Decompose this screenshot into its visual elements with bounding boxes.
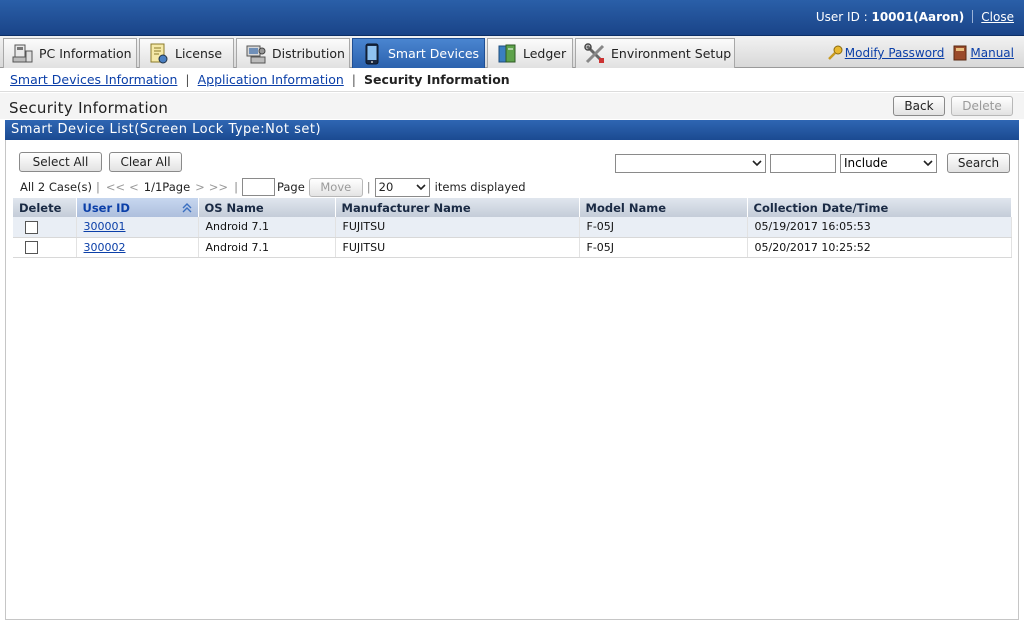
- collection-date-cell: 05/20/2017 10:25:52: [747, 237, 1012, 258]
- manual-link[interactable]: Manual: [970, 46, 1014, 60]
- last-page-link[interactable]: >>: [209, 180, 228, 194]
- license-icon: [150, 43, 168, 63]
- tools-icon: [584, 42, 605, 63]
- smartphone-icon: [365, 43, 379, 64]
- page-info: 1/1Page: [143, 180, 191, 194]
- tab-label: Ledger: [523, 46, 567, 61]
- page-title: Security Information: [9, 99, 169, 117]
- chevron-down-icon: [923, 160, 933, 167]
- tab-right-links: Modify Password Manual: [827, 45, 1014, 61]
- section-header: Smart Device List(Screen Lock Type:Not s…: [5, 120, 1019, 140]
- select-all-button[interactable]: Select All: [19, 152, 102, 172]
- model-cell: F-05J: [579, 237, 748, 258]
- manufacturer-cell: FUJITSU: [335, 217, 580, 238]
- chevron-down-icon: [416, 183, 426, 190]
- subnav-application-information[interactable]: Application Information: [198, 72, 344, 87]
- top-header-bar: User ID : 10001(Aaron) Close: [0, 0, 1024, 36]
- chevron-down-icon: [752, 160, 762, 167]
- items-per-page-select[interactable]: 20: [374, 177, 430, 197]
- back-button[interactable]: Back: [893, 96, 945, 116]
- tab-label: Smart Devices: [388, 46, 480, 61]
- column-header-user-id[interactable]: User ID: [76, 198, 199, 217]
- first-page-link[interactable]: <<: [106, 180, 125, 194]
- page-number-input[interactable]: [241, 178, 275, 196]
- user-id-link[interactable]: 300001: [84, 220, 126, 233]
- search-button[interactable]: Search: [947, 153, 1010, 173]
- match-mode-value: Include: [844, 156, 888, 170]
- sort-ascending-icon: [182, 203, 191, 213]
- column-header-manufacturer-name[interactable]: Manufacturer Name: [335, 198, 580, 217]
- collection-date-cell: 05/19/2017 16:05:53: [747, 217, 1012, 238]
- items-displayed-label: items displayed: [434, 180, 526, 194]
- tab-label: Environment Setup: [611, 46, 732, 61]
- os-name-cell: Android 7.1: [198, 217, 336, 238]
- key-icon: [827, 45, 843, 60]
- main-tab-bar: PC Information License Distribution Smar…: [0, 36, 1024, 68]
- clear-all-button[interactable]: Clear All: [109, 152, 182, 172]
- table-row: 300001 Android 7.1 FUJITSU F-05J 05/19/2…: [13, 217, 1012, 238]
- move-button[interactable]: Move: [308, 177, 363, 197]
- subnav-separator: |: [185, 72, 190, 87]
- title-row: Security Information Back Delete: [0, 93, 1024, 119]
- prev-page-link[interactable]: <: [129, 180, 139, 194]
- header-separator: [972, 10, 974, 23]
- pager-separator: |: [366, 180, 371, 194]
- pager-separator: |: [96, 180, 100, 194]
- pc-icon: [12, 44, 33, 62]
- sub-navigation: Smart Devices Information | Application …: [0, 68, 1024, 92]
- device-table: Delete User ID OS Name Manufacturer Name…: [13, 198, 1012, 258]
- page-label: Page: [276, 180, 305, 194]
- tab-distribution[interactable]: Distribution: [236, 38, 350, 68]
- subnav-smart-devices-information[interactable]: Smart Devices Information: [10, 72, 177, 87]
- next-page-link[interactable]: >: [195, 180, 205, 194]
- delete-button[interactable]: Delete: [951, 96, 1013, 116]
- subnav-separator: |: [351, 72, 357, 87]
- tab-pc-information[interactable]: PC Information: [3, 38, 137, 68]
- manufacturer-cell: FUJITSU: [335, 237, 580, 258]
- ledger-icon: [498, 44, 516, 62]
- delete-checkbox[interactable]: [25, 240, 38, 254]
- device-list-panel: Select All Clear All Include Search All …: [5, 140, 1019, 620]
- user-id-link[interactable]: 300002: [84, 241, 126, 254]
- column-header-os-name[interactable]: OS Name: [198, 198, 336, 217]
- column-header-model-name[interactable]: Model Name: [579, 198, 748, 217]
- tab-ledger[interactable]: Ledger: [487, 38, 573, 68]
- match-mode-select[interactable]: Include: [840, 154, 937, 173]
- tab-environment-setup[interactable]: Environment Setup: [575, 38, 735, 68]
- table-header-row: Delete User ID OS Name Manufacturer Name…: [13, 198, 1012, 217]
- delete-checkbox[interactable]: [25, 220, 38, 234]
- user-id-label: User ID :: [815, 10, 872, 24]
- tab-label: PC Information: [39, 46, 132, 61]
- user-id-value: 10001(Aaron): [871, 10, 965, 24]
- user-info: User ID : 10001(Aaron) Close: [816, 10, 1014, 24]
- subnav-security-information: Security Information: [364, 72, 510, 87]
- filter-field-select[interactable]: [615, 154, 766, 173]
- tab-label: License: [175, 46, 223, 61]
- tab-label: Distribution: [272, 46, 345, 61]
- column-header-collection-date[interactable]: Collection Date/Time: [747, 198, 1012, 217]
- table-row: 300002 Android 7.1 FUJITSU F-05J 05/20/2…: [13, 237, 1012, 258]
- modify-password-link[interactable]: Modify Password: [845, 46, 945, 60]
- filter-text-input[interactable]: [770, 154, 836, 173]
- distribution-icon: [246, 45, 266, 63]
- close-link[interactable]: Close: [981, 10, 1014, 24]
- pager-separator: |: [234, 180, 238, 194]
- pager: All 2 Case(s) | << < 1/1Page > >> | Page…: [20, 177, 526, 197]
- model-cell: F-05J: [579, 217, 748, 238]
- tab-smart-devices[interactable]: Smart Devices: [352, 38, 485, 68]
- column-header-label: User ID: [82, 200, 130, 215]
- items-per-page-value: 20: [378, 179, 394, 194]
- manual-book-icon: [953, 45, 967, 61]
- tab-license[interactable]: License: [139, 38, 234, 68]
- record-count: All 2 Case(s): [20, 180, 92, 194]
- os-name-cell: Android 7.1: [198, 237, 336, 258]
- column-header-delete[interactable]: Delete: [13, 198, 77, 217]
